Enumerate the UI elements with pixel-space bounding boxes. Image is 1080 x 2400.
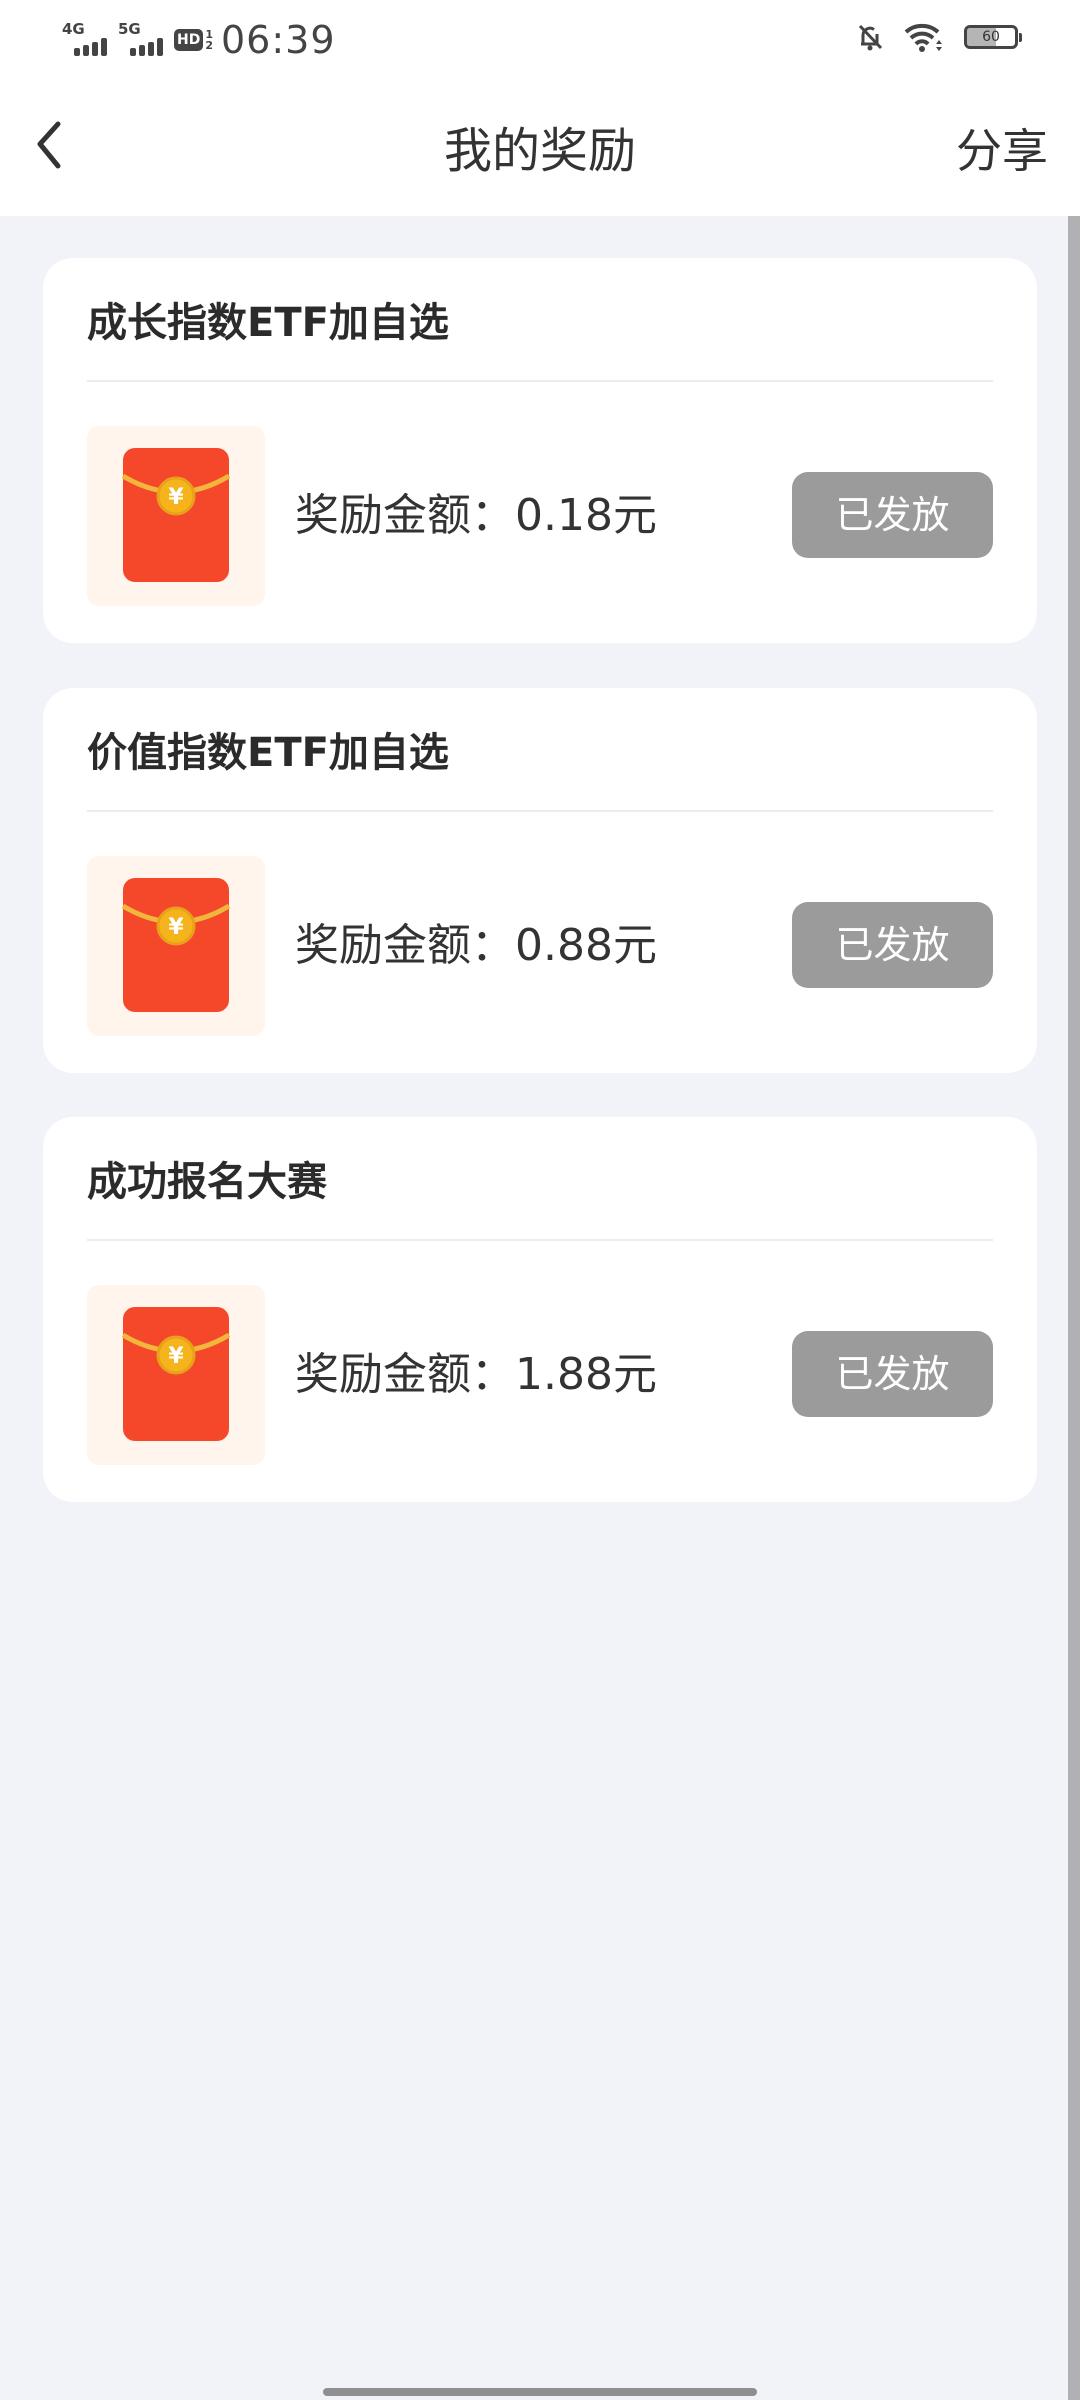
reward-card: 价值指数ETF加自选 ¥ 奖励金额：0.88元 已发放 <box>43 688 1037 1073</box>
divider <box>87 810 993 812</box>
amount-value: 0.88元 <box>515 920 657 971</box>
mute-bell-icon <box>858 24 883 51</box>
red-envelope-icon: ¥ <box>121 448 231 582</box>
hd-voice-icon: HD 12 <box>174 29 213 51</box>
svg-text:¥: ¥ <box>168 915 184 940</box>
red-envelope-icon: ¥ <box>121 878 231 1012</box>
divider <box>87 1239 993 1241</box>
network-type-2: 5G <box>118 20 141 38</box>
reward-title: 价值指数ETF加自选 <box>87 730 449 776</box>
amount-value: 1.88元 <box>515 1349 657 1400</box>
reward-amount: 奖励金额：0.88元 <box>295 916 657 976</box>
battery-text: 60 <box>982 29 1000 45</box>
red-envelope-tile: ¥ <box>87 1285 265 1465</box>
red-envelope-icon: ¥ <box>121 1307 231 1441</box>
status-bar-left: 4G 5G HD 12 06:39 <box>62 18 336 62</box>
svg-text:¥: ¥ <box>168 1344 184 1369</box>
amount-label: 奖励金额： <box>295 1349 515 1400</box>
reward-card: 成长指数ETF加自选 ¥ 奖励金额：0.18元 已发放 <box>43 258 1037 643</box>
red-envelope-tile: ¥ <box>87 856 265 1036</box>
red-envelope-tile: ¥ <box>87 426 265 606</box>
wifi-icon <box>904 23 942 52</box>
signal-4g-icon: 4G <box>62 20 112 60</box>
network-type-1: 4G <box>62 20 85 38</box>
svg-text:¥: ¥ <box>168 485 184 510</box>
signal-5g-icon: 5G <box>118 20 168 60</box>
reward-title: 成功报名大赛 <box>87 1159 327 1205</box>
clock: 06:39 <box>221 18 336 62</box>
status-bar-right: 60 <box>856 22 1022 52</box>
amount-value: 0.18元 <box>515 490 657 541</box>
reward-status-button[interactable]: 已发放 <box>792 1331 993 1417</box>
reward-status-button[interactable]: 已发放 <box>792 472 993 558</box>
amount-label: 奖励金额： <box>295 920 515 971</box>
reward-status-button[interactable]: 已发放 <box>792 902 993 988</box>
battery-icon: 60 <box>964 25 1022 49</box>
scrollbar[interactable] <box>1068 216 1080 2400</box>
status-bar: 4G 5G HD 12 06:39 60 <box>0 0 1080 86</box>
amount-label: 奖励金额： <box>295 490 515 541</box>
reward-amount: 奖励金额：1.88元 <box>295 1345 657 1405</box>
reward-title: 成长指数ETF加自选 <box>87 300 449 346</box>
reward-amount: 奖励金额：0.18元 <box>295 486 657 546</box>
share-button[interactable]: 分享 <box>956 121 1048 181</box>
nav-header: 我的奖励 分享 <box>0 86 1080 216</box>
reward-card: 成功报名大赛 ¥ 奖励金额：1.88元 已发放 <box>43 1117 1037 1502</box>
page-title: 我的奖励 <box>443 123 636 179</box>
divider <box>87 380 993 382</box>
home-indicator[interactable] <box>323 2388 757 2396</box>
